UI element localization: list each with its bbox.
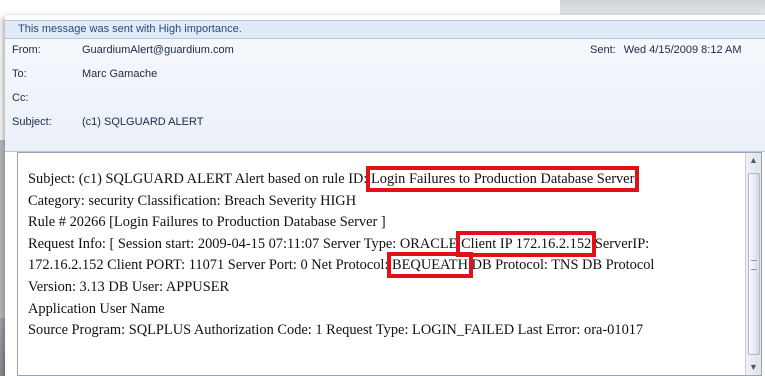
highlight-net-protocol: BEQUEATH — [387, 252, 473, 279]
scroll-down-arrow-icon[interactable]: ▼ — [746, 360, 761, 375]
sent-field: Sent: Wed 4/15/2009 8:12 AM — [590, 41, 742, 59]
message-text: Subject: (c1) SQLGUARD ALERT Alert based… — [28, 166, 748, 342]
scrollbar-grip-icon — [751, 260, 757, 270]
body-line-db-user: Version: 3.13 DB User: APPUSER — [28, 278, 230, 295]
subject-label: Subject: — [12, 116, 52, 128]
body-line-app-user: Application User Name — [28, 300, 165, 317]
email-message-window: This message was sent with High importan… — [5, 15, 765, 376]
header-row-from: From: GuardiumAlert@guardium.com Sent: We… — [5, 41, 765, 59]
subject-value: (c1) SQLGUARD ALERT — [82, 116, 204, 128]
sent-label: Sent: — [590, 44, 616, 56]
scroll-up-arrow-icon[interactable]: ▲ — [746, 153, 761, 168]
body-text: ServerIP: — [591, 235, 650, 252]
message-body[interactable]: Subject: (c1) SQLGUARD ALERT Alert based… — [17, 152, 762, 376]
to-label: To: — [12, 68, 27, 80]
body-line-source-program: Source Program: SQLPLUS Authorization Co… — [28, 322, 644, 339]
highlight-rule-name: Login Failures to Production Database Se… — [365, 166, 640, 192]
header-row-subject: Subject: (c1) SQLGUARD ALERT — [5, 113, 765, 131]
vertical-scrollbar[interactable]: ▲ ▼ — [745, 153, 761, 375]
from-label: From: — [12, 44, 41, 56]
header-row-cc: Cc: — [5, 89, 765, 107]
importance-info-text: This message was sent with High importan… — [18, 23, 242, 35]
body-line-protocol: 172.16.2.152 Client PORT: 11071 Server P… — [28, 252, 748, 279]
body-text: 172.16.2.152 Client PORT: 11071 Server P… — [28, 257, 393, 274]
sent-value: Wed 4/15/2009 8:12 AM — [623, 44, 742, 56]
body-text: Request Info: [ Session start: 2009-04-1… — [28, 235, 462, 252]
body-text: DB Protocol: TNS DB Protocol — [467, 257, 655, 274]
body-line-subject: Subject: (c1) SQLGUARD ALERT Alert based… — [28, 166, 748, 192]
to-recipient[interactable]: Marc Gamache — [82, 65, 157, 83]
body-line-category: Category: security Classification: Breac… — [28, 192, 357, 209]
importance-info-bar: This message was sent with High importan… — [5, 20, 765, 39]
from-address[interactable]: GuardiumAlert@guardium.com — [82, 41, 234, 59]
message-header: From: GuardiumAlert@guardium.com Sent: We… — [5, 39, 765, 152]
scrollbar-thumb[interactable] — [748, 173, 760, 355]
body-text: Subject: (c1) SQLGUARD ALERT Alert based… — [28, 171, 371, 187]
highlight-client-ip: Client IP 172.16.2.152 — [456, 230, 597, 257]
body-line-rule: Rule # 20266 [Login Failures to Producti… — [28, 214, 386, 231]
cc-label: Cc: — [12, 92, 29, 104]
header-row-to: To: Marc Gamache — [5, 65, 765, 83]
body-line-request-info: Request Info: [ Session start: 2009-04-1… — [28, 230, 748, 257]
